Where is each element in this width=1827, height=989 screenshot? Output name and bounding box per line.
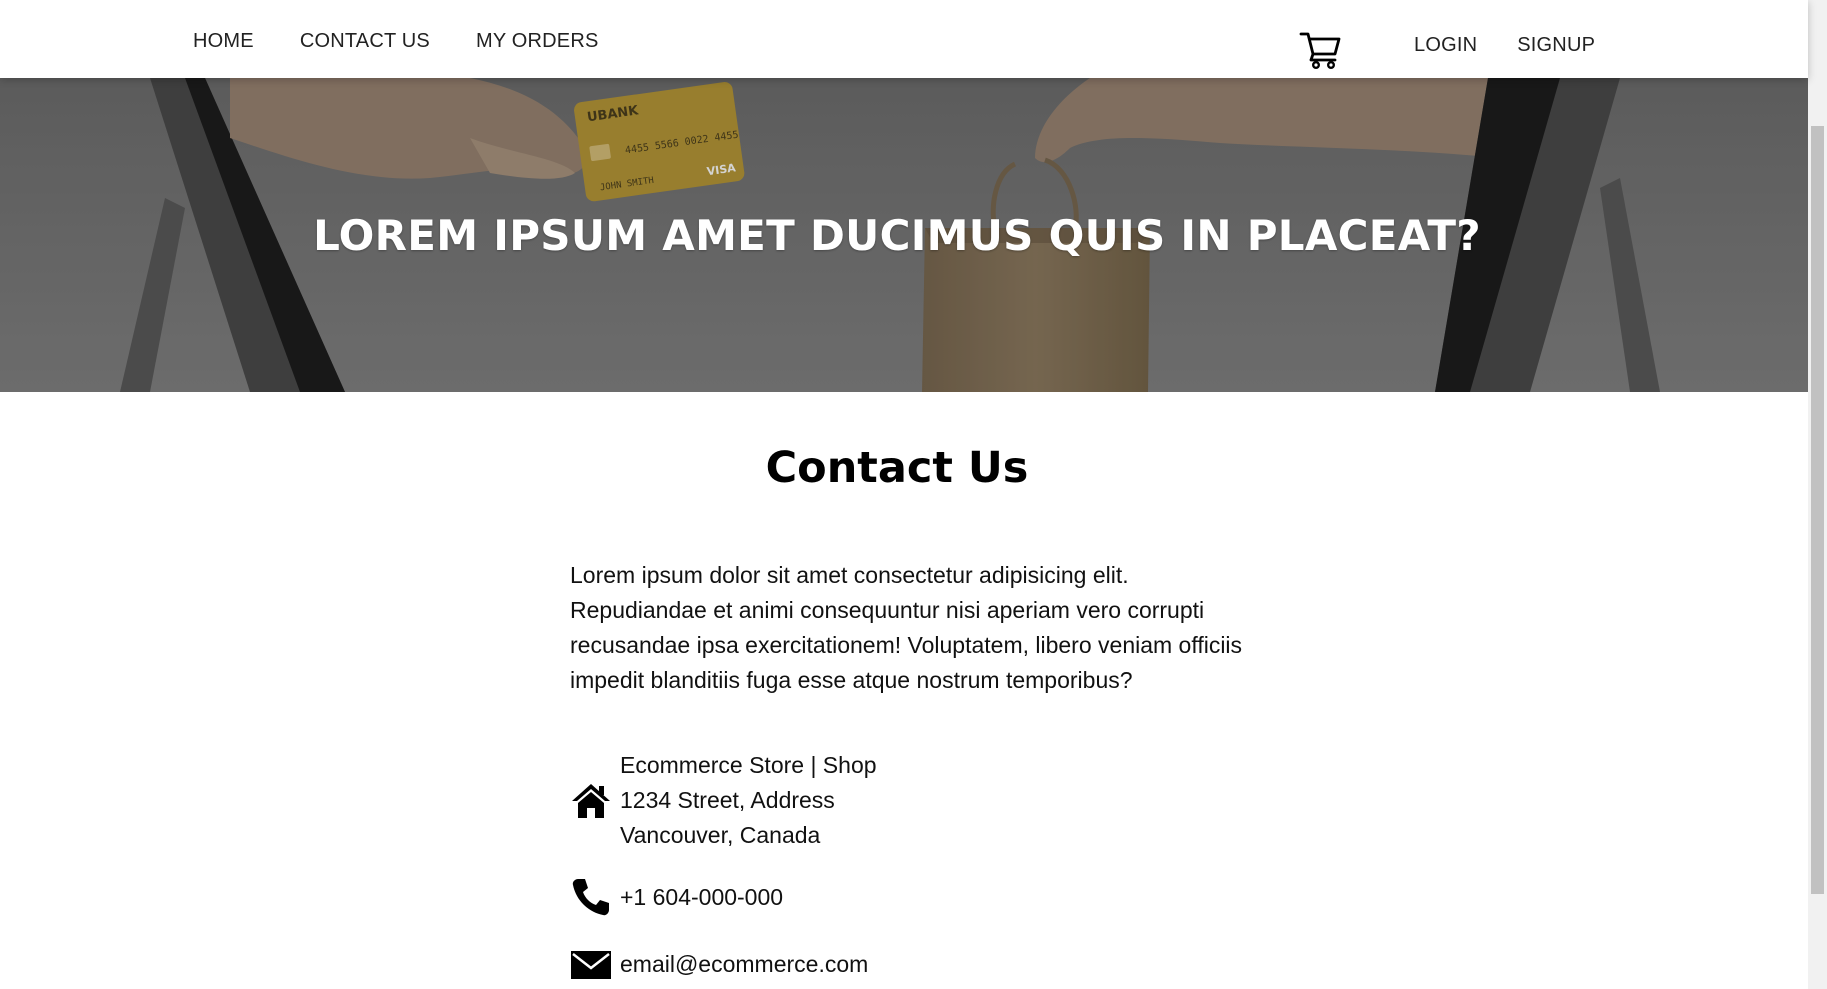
cart-icon[interactable] [1299, 27, 1341, 70]
envelope-icon [570, 943, 612, 985]
signup-link[interactable]: SIGNUP [1517, 34, 1595, 57]
scrollbar-thumb[interactable] [1811, 126, 1824, 894]
hero-title: LOREM IPSUM AMET DUCIMUS QUIS IN PLACEAT… [313, 211, 1481, 260]
page-title: Contact Us [765, 443, 1029, 493]
address-line: Vancouver, Canada [620, 822, 821, 848]
email-row: email@ecommerce.com [570, 943, 868, 985]
phone-row: +1 604-000-000 [570, 876, 783, 918]
email-address[interactable]: email@ecommerce.com [620, 947, 868, 982]
address-line: 1234 Street, Address [620, 787, 835, 813]
auth-links: LOGIN SIGNUP [1414, 34, 1635, 57]
login-link[interactable]: LOGIN [1414, 34, 1477, 57]
nav-orders-link[interactable]: MY ORDERS [476, 30, 599, 53]
nav-links: HOME CONTACT US MY ORDERS [193, 30, 645, 53]
hero-banner: UBANK 4455 5566 0022 4455 JOHN SMITH VIS… [0, 78, 1808, 392]
home-icon [570, 780, 612, 822]
page-scrollbar[interactable] [1808, 0, 1827, 989]
nav-contact-link[interactable]: CONTACT US [300, 30, 430, 53]
top-navbar: HOME CONTACT US MY ORDERS LOGIN SIGNUP [0, 0, 1808, 78]
phone-number[interactable]: +1 604-000-000 [620, 880, 783, 915]
phone-icon [570, 876, 612, 918]
nav-home-link[interactable]: HOME [193, 30, 254, 53]
address-row: Ecommerce Store | Shop 1234 Street, Addr… [570, 748, 877, 853]
address-text: Ecommerce Store | Shop 1234 Street, Addr… [620, 748, 877, 853]
contact-intro-text: Lorem ipsum dolor sit amet consectetur a… [570, 562, 1243, 693]
address-line: Ecommerce Store | Shop [620, 752, 877, 778]
